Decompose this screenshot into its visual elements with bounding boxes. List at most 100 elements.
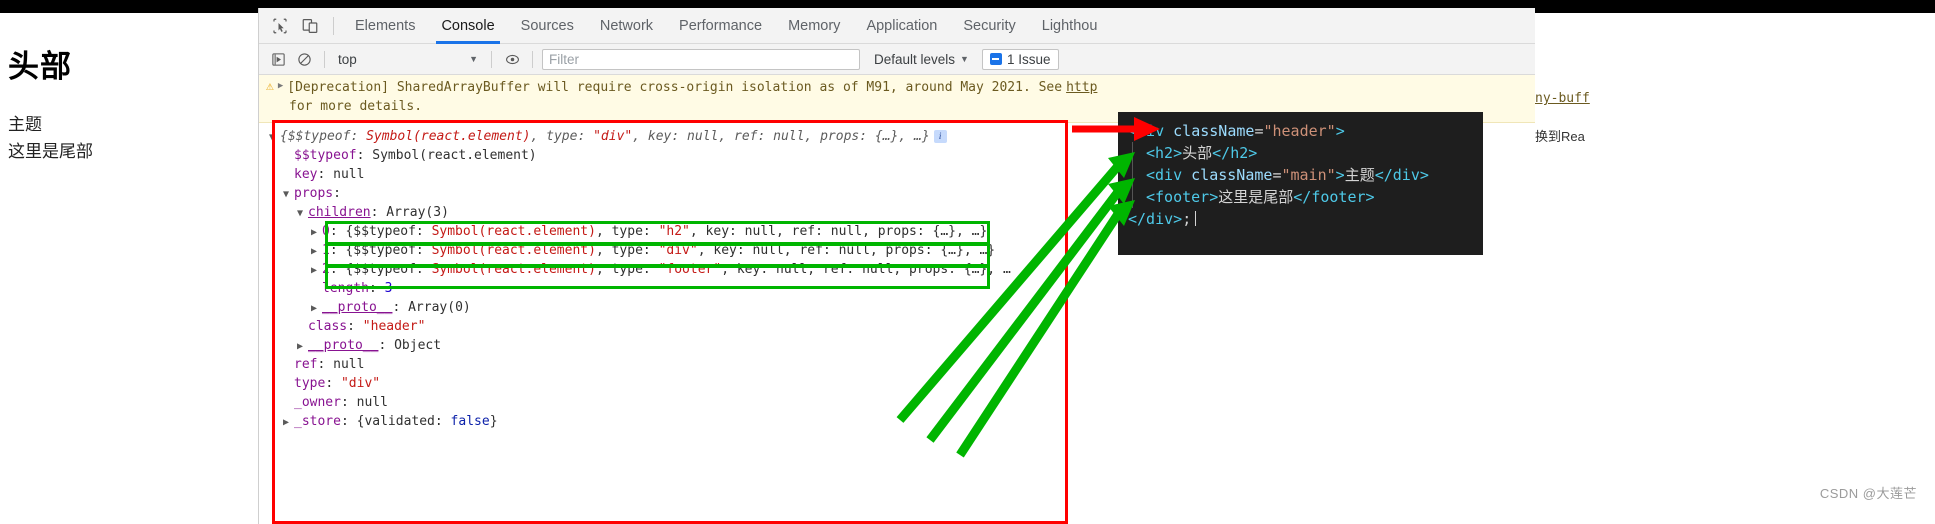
console-filter-input[interactable]: Filter: [542, 48, 860, 70]
expanded-caret-icon[interactable]: ▼: [297, 204, 308, 223]
expanded-caret-icon[interactable]: ▼: [283, 185, 294, 204]
console-tree-row[interactable]: _owner: null: [259, 393, 1535, 412]
console-token: : null: [317, 166, 365, 182]
console-token: length: [322, 280, 369, 296]
code-token: "header": [1263, 122, 1336, 140]
issues-count-label: 1 Issue: [1006, 51, 1051, 67]
issues-icon: [989, 53, 1002, 65]
code-token: </footer>: [1293, 188, 1375, 206]
console-token: $$typeof: [294, 147, 357, 163]
context-selector[interactable]: top ▼: [332, 48, 484, 70]
code-token: ;: [1182, 210, 1192, 228]
jsx-code-line: <div className="header">: [1128, 120, 1473, 142]
jsx-code-panel: <div className="header"> <h2>头部</h2> <div …: [1118, 112, 1483, 255]
tab-sources[interactable]: Sources: [508, 8, 587, 44]
collapsed-caret-icon[interactable]: ▶: [283, 413, 294, 432]
code-token: "main": [1281, 166, 1336, 184]
tab-performance[interactable]: Performance: [666, 8, 775, 44]
context-selector-value: top: [338, 51, 357, 67]
page-footer-text: 这里是尾部: [8, 142, 93, 161]
warning-link[interactable]: http: [1066, 79, 1097, 98]
console-token: "div": [593, 128, 633, 144]
console-tree-row[interactable]: ▶ 2: {$$typeof: Symbol(react.element), ty…: [259, 260, 1535, 279]
devtools-tab-list: Elements Console Sources Network Perform…: [342, 8, 1110, 44]
console-tree-row[interactable]: length: 3: [259, 279, 1535, 298]
text-cursor: [1195, 211, 1197, 226]
code-token: 头部: [1182, 144, 1213, 162]
console-token: {: [280, 128, 288, 144]
tab-elements[interactable]: Elements: [342, 8, 428, 44]
page-heading: 头部: [8, 49, 72, 84]
console-token: $$typeof:: [287, 128, 367, 144]
console-token: class: [308, 318, 348, 334]
device-toolbar-icon[interactable]: [297, 13, 323, 39]
console-token: "div": [658, 242, 698, 258]
console-token: : null: [317, 356, 365, 372]
indent-guide: [1132, 164, 1133, 186]
console-token: 2: [322, 261, 330, 277]
console-token: :: [333, 185, 341, 201]
collapsed-caret-icon[interactable]: ▶: [297, 337, 308, 356]
background-page-right: ny-buff 换到Rea: [1535, 13, 1935, 524]
jsx-code-line: <div className="main">主题</div>: [1128, 164, 1473, 186]
watermark-csdn: CSDN @大莲芒: [1819, 486, 1917, 501]
console-token: 1: [322, 242, 330, 258]
expanded-caret-icon[interactable]: ▼: [269, 128, 280, 147]
issues-badge-button[interactable]: 1 Issue: [981, 48, 1059, 70]
background-text-fragment: 换到Rea: [1535, 129, 1585, 144]
code-token: className: [1164, 122, 1255, 140]
console-token: : Object: [378, 337, 442, 353]
console-token: :: [347, 318, 363, 334]
code-token: div: [1137, 122, 1165, 140]
collapsed-caret-icon[interactable]: ▶: [311, 299, 322, 318]
code-token: <h2>: [1146, 144, 1183, 162]
warning-expand-caret[interactable]: ▶: [278, 79, 283, 93]
inspect-element-icon[interactable]: [267, 13, 293, 39]
console-tree-row[interactable]: ▶ __proto__: Array(0): [259, 298, 1535, 317]
console-tree-row[interactable]: type: "div": [259, 374, 1535, 393]
filterbar-divider-2: [491, 50, 492, 68]
console-token: _store: [294, 413, 341, 429]
filterbar-divider-1: [324, 50, 325, 68]
console-tree-row[interactable]: class: "header": [259, 317, 1535, 336]
rendered-page-preview: 头部 主题 这里是尾部: [0, 13, 258, 524]
tab-application[interactable]: Application: [853, 8, 950, 44]
console-token: _owner: [294, 394, 341, 410]
collapsed-caret-icon[interactable]: ▶: [311, 261, 322, 280]
info-badge-icon[interactable]: i: [933, 129, 947, 143]
console-token: Symbol(react.element): [431, 242, 596, 258]
code-token: </div>: [1374, 166, 1429, 184]
console-token: :: [325, 375, 341, 391]
deprecation-link-tail[interactable]: ny-buff: [1535, 91, 1590, 106]
console-token: }: [489, 413, 498, 429]
jsx-code-line: <footer>这里是尾部</footer>: [1128, 186, 1473, 208]
console-tree-row[interactable]: ▶ __proto__: Object: [259, 336, 1535, 355]
tab-memory[interactable]: Memory: [775, 8, 853, 44]
execute-context-icon[interactable]: [266, 48, 290, 70]
console-token: 0: [322, 223, 330, 239]
console-token: "h2": [658, 223, 690, 239]
log-level-selector[interactable]: Default levels ▼: [874, 52, 969, 67]
chevron-down-icon-levels: ▼: [960, 54, 969, 64]
console-tree-row[interactable]: ref: null: [259, 355, 1535, 374]
live-expression-icon[interactable]: [500, 48, 524, 70]
collapsed-caret-icon[interactable]: ▶: [311, 242, 322, 261]
console-token: __proto__: [322, 299, 393, 315]
tab-console[interactable]: Console: [428, 8, 507, 44]
console-token: , type:: [595, 242, 659, 258]
tab-network[interactable]: Network: [587, 8, 666, 44]
devtools-tabbar: Elements Console Sources Network Perform…: [259, 8, 1535, 44]
clear-console-icon[interactable]: [292, 48, 316, 70]
console-token: children: [308, 204, 371, 220]
code-token: <: [1128, 122, 1138, 140]
console-token: , key: null, ref: null, props: {…}, …}: [697, 242, 996, 258]
tab-lighthouse[interactable]: Lighthou: [1029, 8, 1111, 44]
console-token: :: [368, 280, 385, 296]
tab-security[interactable]: Security: [950, 8, 1028, 44]
console-token: : Array(0): [392, 299, 471, 315]
collapsed-caret-icon[interactable]: ▶: [311, 223, 322, 242]
console-tree-row[interactable]: ▶ _store: {validated: false}: [259, 412, 1535, 431]
log-level-label: Default levels: [874, 51, 956, 67]
console-token: "div": [340, 375, 381, 391]
warning-text: [Deprecation] SharedArrayBuffer will req…: [287, 80, 1063, 95]
